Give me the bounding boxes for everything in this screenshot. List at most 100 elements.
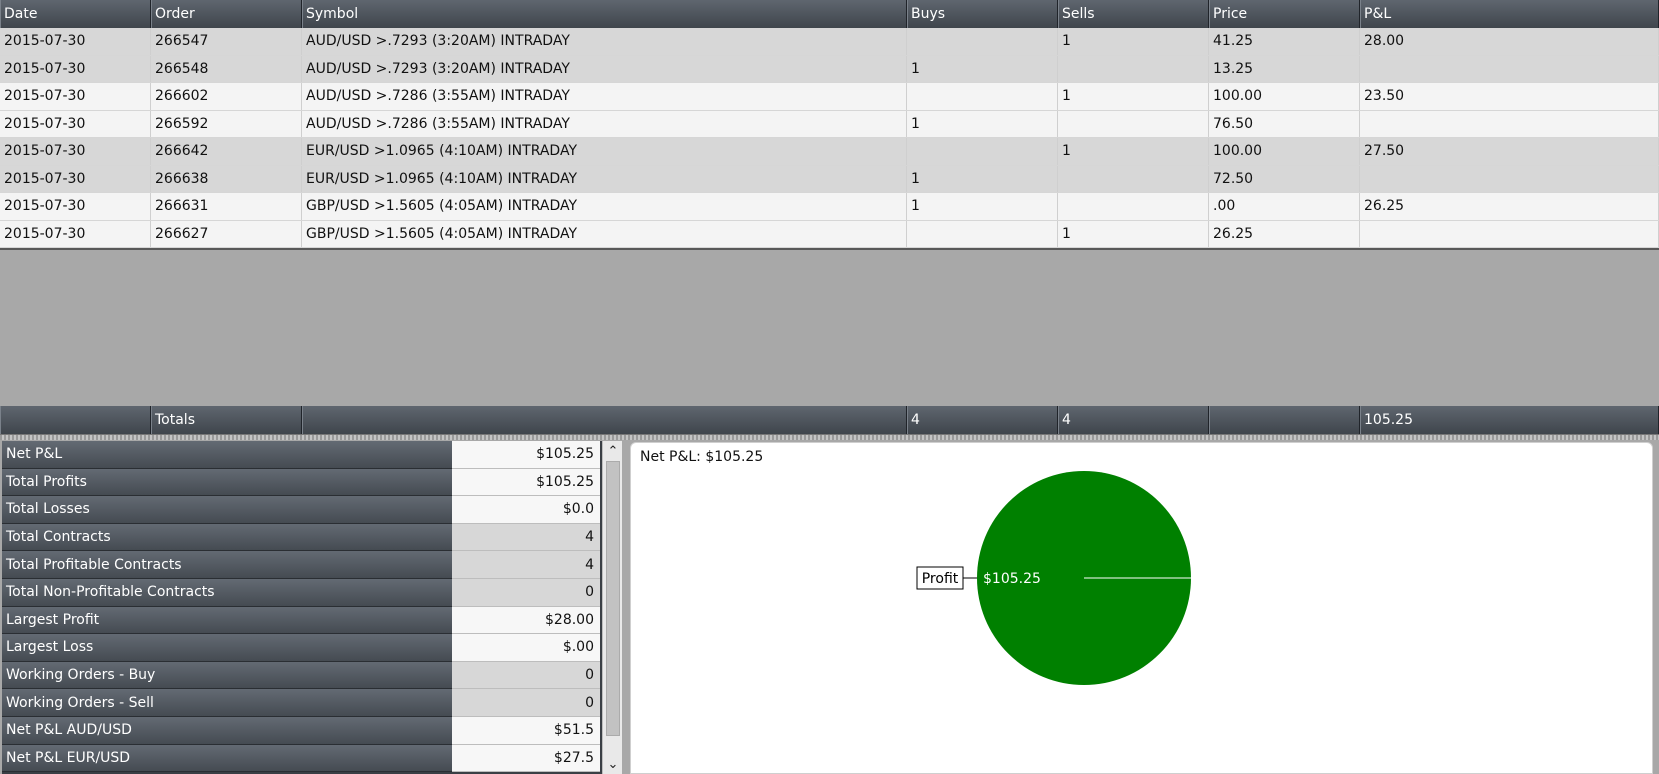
chevron-up-icon[interactable]: ⌃ <box>603 441 622 461</box>
stat-label: Total Non-Profitable Contracts <box>2 578 452 607</box>
cell-date: 2015-07-30 <box>0 138 151 165</box>
grid-rows: 2015-07-30 266547 AUD/USD >.7293 (3:20AM… <box>0 28 1659 248</box>
pie-chart: $105.25 Profit <box>916 471 1191 685</box>
cell-date: 2015-07-30 <box>0 165 151 192</box>
cell-price: 100.00 <box>1209 138 1360 165</box>
cell-pl: 26.25 <box>1360 193 1659 220</box>
cell-order: 266631 <box>151 193 302 220</box>
stat-total-profits: Total Profits $105.25 <box>2 468 622 497</box>
trades-grid: Date Order Symbol Buys Sells Price P&L 2… <box>0 0 1659 434</box>
cell-order: 266638 <box>151 165 302 192</box>
stat-value: $.00 <box>452 634 600 662</box>
statistics-panel: Net P&L $105.25 Total Profits $105.25 To… <box>2 441 622 774</box>
cell-buys <box>907 28 1058 55</box>
column-header-pl[interactable]: P&L <box>1360 0 1659 28</box>
totals-empty-price <box>1209 406 1360 434</box>
pie-slice-name-label: Profit <box>922 571 959 587</box>
cell-symbol: AUD/USD >.7286 (3:55AM) INTRADAY <box>302 110 907 137</box>
stat-label: Largest Loss <box>2 634 452 662</box>
table-row[interactable]: 2015-07-30 266631 GBP/USD >1.5605 (4:05A… <box>0 193 1659 221</box>
cell-price: .00 <box>1209 193 1360 220</box>
cell-symbol: AUD/USD >.7286 (3:55AM) INTRADAY <box>302 83 907 110</box>
cell-price: 76.50 <box>1209 110 1360 137</box>
cell-price: 13.25 <box>1209 55 1360 82</box>
cell-pl <box>1360 165 1659 192</box>
cell-price: 41.25 <box>1209 28 1360 55</box>
stats-scrollbar[interactable]: ⌃ ⌄ <box>602 441 622 774</box>
cell-price: 72.50 <box>1209 165 1360 192</box>
stat-label: Net P&L EUR/USD <box>2 744 452 773</box>
column-header-sells[interactable]: Sells <box>1058 0 1209 28</box>
cell-price: 100.00 <box>1209 83 1360 110</box>
cell-buys <box>907 83 1058 110</box>
stat-value: 0 <box>452 578 600 607</box>
scrollbar-thumb[interactable] <box>606 461 620 736</box>
stat-label: Total Contracts <box>2 523 452 552</box>
cell-pl: 27.50 <box>1360 138 1659 165</box>
stat-label: Working Orders - Sell <box>2 689 452 717</box>
totals-label: Totals <box>151 406 302 434</box>
panel-splitter[interactable] <box>0 434 1659 440</box>
stat-value: 0 <box>452 689 600 717</box>
stat-working-orders-sell: Working Orders - Sell 0 <box>2 689 622 717</box>
totals-pl: 105.25 <box>1360 406 1659 434</box>
totals-sells: 4 <box>1058 406 1209 434</box>
stat-largest-profit: Largest Profit $28.00 <box>2 606 622 635</box>
pnl-report-window: Date Order Symbol Buys Sells Price P&L 2… <box>0 0 1659 774</box>
cell-symbol: GBP/USD >1.5605 (4:05AM) INTRADAY <box>302 220 907 247</box>
column-header-order[interactable]: Order <box>151 0 302 28</box>
cell-sells <box>1058 193 1209 220</box>
stat-value: $51.5 <box>452 716 600 745</box>
column-header-symbol[interactable]: Symbol <box>302 0 907 28</box>
cell-price: 26.25 <box>1209 220 1360 247</box>
cell-date: 2015-07-30 <box>0 110 151 137</box>
cell-sells: 1 <box>1058 220 1209 247</box>
cell-buys <box>907 138 1058 165</box>
table-row[interactable]: 2015-07-30 266592 AUD/USD >.7286 (3:55AM… <box>0 110 1659 138</box>
cell-buys: 1 <box>907 193 1058 220</box>
stat-largest-loss: Largest Loss $.00 <box>2 634 622 662</box>
grid-header-row: Date Order Symbol Buys Sells Price P&L <box>0 0 1659 28</box>
column-header-date[interactable]: Date <box>0 0 151 28</box>
cell-order: 266547 <box>151 28 302 55</box>
cell-order: 266627 <box>151 220 302 247</box>
cell-sells: 1 <box>1058 138 1209 165</box>
cell-pl <box>1360 110 1659 137</box>
table-row[interactable]: 2015-07-30 266642 EUR/USD >1.0965 (4:10A… <box>0 138 1659 166</box>
cell-symbol: EUR/USD >1.0965 (4:10AM) INTRADAY <box>302 165 907 192</box>
stat-label: Working Orders - Buy <box>2 661 452 690</box>
stat-value: $105.25 <box>452 468 600 497</box>
table-row[interactable]: 2015-07-30 266547 AUD/USD >.7293 (3:20AM… <box>0 28 1659 56</box>
column-header-price[interactable]: Price <box>1209 0 1360 28</box>
cell-sells: 1 <box>1058 28 1209 55</box>
cell-order: 266642 <box>151 138 302 165</box>
cell-sells: 1 <box>1058 83 1209 110</box>
grid-divider <box>0 248 1659 250</box>
cell-symbol: AUD/USD >.7293 (3:20AM) INTRADAY <box>302 28 907 55</box>
stat-value: 0 <box>452 661 600 690</box>
table-row[interactable]: 2015-07-30 266548 AUD/USD >.7293 (3:20AM… <box>0 55 1659 83</box>
table-row[interactable]: 2015-07-30 266627 GBP/USD >1.5605 (4:05A… <box>0 220 1659 248</box>
stat-label: Total Losses <box>2 496 452 524</box>
table-row[interactable]: 2015-07-30 266638 EUR/USD >1.0965 (4:10A… <box>0 165 1659 193</box>
stat-value: $105.25 <box>452 441 600 469</box>
cell-buys: 1 <box>907 55 1058 82</box>
stat-value: 4 <box>452 523 600 552</box>
chevron-down-icon[interactable]: ⌄ <box>603 754 622 774</box>
stat-label: Largest Profit <box>2 606 452 635</box>
stat-total-non-profitable-contracts: Total Non-Profitable Contracts 0 <box>2 578 622 607</box>
stat-value: $27.5 <box>452 744 600 773</box>
stat-label: Net P&L AUD/USD <box>2 716 452 745</box>
cell-order: 266592 <box>151 110 302 137</box>
stat-value: 4 <box>452 551 600 579</box>
cell-buys: 1 <box>907 110 1058 137</box>
pie-value-label: $105.25 <box>983 571 1041 587</box>
table-row[interactable]: 2015-07-30 266602 AUD/USD >.7286 (3:55AM… <box>0 83 1659 111</box>
column-header-buys[interactable]: Buys <box>907 0 1058 28</box>
cell-date: 2015-07-30 <box>0 83 151 110</box>
cell-sells <box>1058 110 1209 137</box>
totals-buys: 4 <box>907 406 1058 434</box>
cell-date: 2015-07-30 <box>0 55 151 82</box>
cell-symbol: AUD/USD >.7293 (3:20AM) INTRADAY <box>302 55 907 82</box>
totals-row: Totals 4 4 105.25 <box>0 406 1659 434</box>
